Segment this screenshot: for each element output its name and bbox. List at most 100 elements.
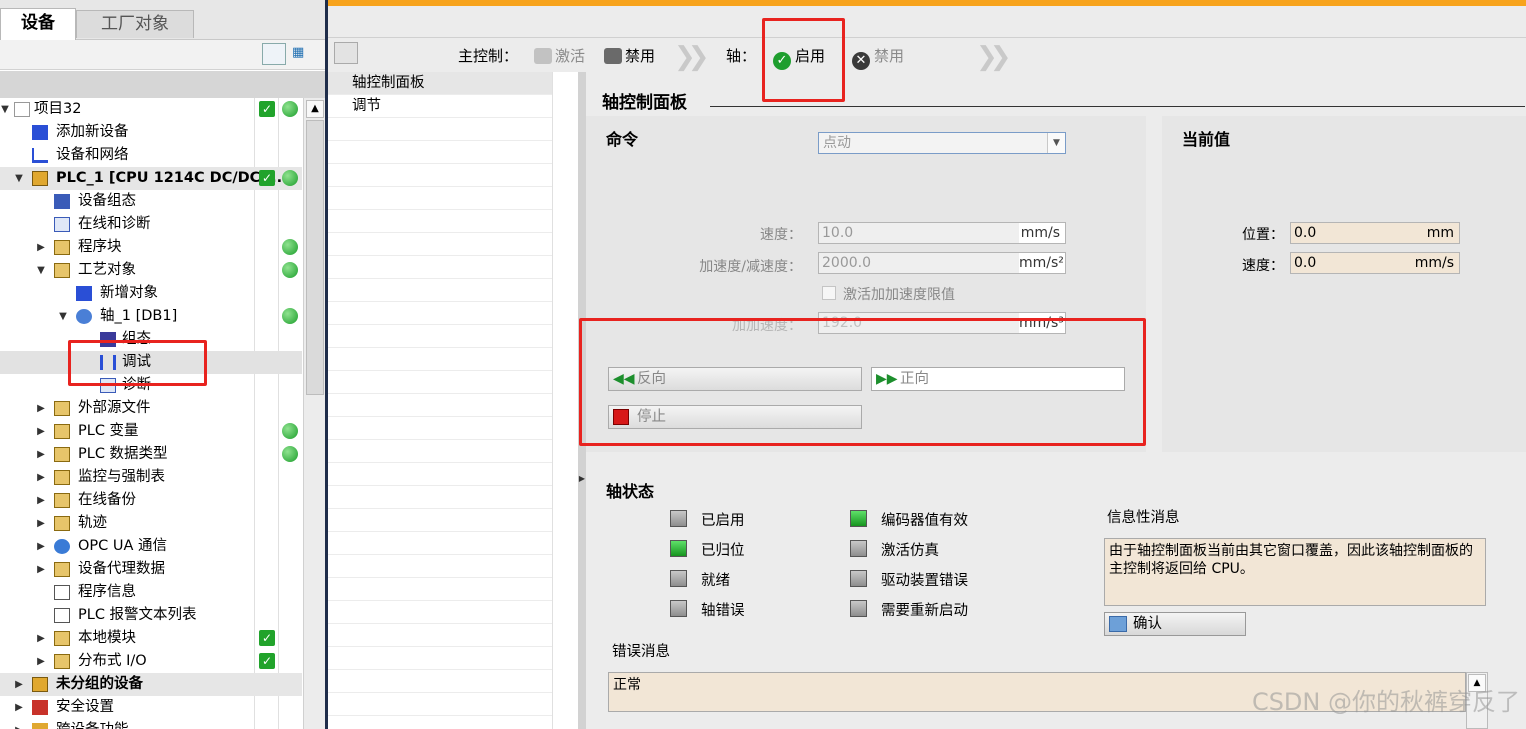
panel-title: 轴控制面板 bbox=[602, 93, 687, 113]
ok-check-icon: ✓ bbox=[259, 101, 275, 117]
table-view-icon[interactable]: ▦ bbox=[292, 43, 316, 65]
tree-item-program-info[interactable]: 程序信息 bbox=[0, 581, 302, 604]
status-enabled-label: 已启用 bbox=[701, 513, 745, 529]
cross-device-icon bbox=[32, 723, 48, 729]
nav-item-axis-panel[interactable]: 轴控制面板 bbox=[328, 72, 552, 95]
disable-label: 禁用 bbox=[625, 47, 656, 65]
chevron-icon: ❯❯ bbox=[674, 42, 709, 72]
status-encoder-valid-label: 编码器值有效 bbox=[881, 513, 968, 529]
tab-devices[interactable]: 设备 bbox=[0, 8, 76, 40]
tree-item-plc-tags[interactable]: ▶ PLC 变量 bbox=[0, 420, 302, 443]
led-encoder-valid bbox=[850, 510, 867, 527]
list-view-icon[interactable] bbox=[262, 43, 286, 65]
error-message-label: 错误消息 bbox=[612, 644, 670, 660]
tree-item-external-sources[interactable]: ▶ 外部源文件 bbox=[0, 397, 302, 420]
status-dot-icon bbox=[282, 308, 298, 324]
tree-item-label: 设备代理数据 bbox=[78, 561, 165, 577]
control-toolbar: 主控制： 激活 禁用 ❯❯ 轴： ✓ 启用 ✕ 禁用 ❯❯ bbox=[328, 38, 1526, 72]
security-icon bbox=[32, 700, 48, 715]
tree-item-watch-tables[interactable]: ▶ 监控与强制表 bbox=[0, 466, 302, 489]
current-values-section: 当前值 位置： 0.0 mm 速度： 0.0 mm/s bbox=[1162, 116, 1526, 452]
ok-check-icon: ✓ bbox=[259, 170, 275, 186]
tree-item-label: 设备组态 bbox=[78, 193, 136, 209]
confirm-label: 确认 bbox=[1133, 616, 1162, 632]
tree-item-project[interactable]: ▼ 项目32 ✓ bbox=[0, 98, 302, 121]
master-activate-button[interactable]: 激活 bbox=[534, 46, 585, 66]
ok-check-icon: ✓ bbox=[259, 630, 275, 646]
tree-item-device-config[interactable]: 设备组态 bbox=[0, 190, 302, 213]
status-homed-label: 已归位 bbox=[701, 543, 745, 559]
error-message-text: 正常 bbox=[613, 677, 641, 693]
led-enabled bbox=[670, 510, 687, 527]
master-control-label: 主控制： bbox=[458, 47, 519, 65]
confirm-button[interactable]: 确认 bbox=[1104, 612, 1246, 636]
speed-unit: mm/s bbox=[1019, 223, 1065, 243]
tree-item-devices-networks[interactable]: 设备和网络 bbox=[0, 144, 302, 167]
tree-item-online-diag[interactable]: 在线和诊断 bbox=[0, 213, 302, 236]
info-message-text: 由于轴控制面板当前由其它窗口覆盖，因此该轴控制面板的主控制将返回给 CPU。 bbox=[1109, 543, 1473, 577]
status-dot-icon bbox=[282, 446, 298, 462]
accel-value: 2000.0 bbox=[822, 255, 871, 271]
current-speed-field: 0.0 mm/s bbox=[1290, 252, 1460, 274]
tree-item-label: 在线备份 bbox=[78, 492, 136, 508]
current-speed-value: 0.0 bbox=[1294, 255, 1317, 271]
watermark: CSDN @你的秋裤穿反了 bbox=[1251, 688, 1520, 716]
axis-disable-button[interactable]: ✕ 禁用 bbox=[852, 46, 904, 70]
tree-item-plc-datatypes[interactable]: ▶ PLC 数据类型 bbox=[0, 443, 302, 466]
tree-item-cross-device[interactable]: ▶ 跨设备功能 bbox=[0, 719, 302, 729]
tree-item-distributed-io[interactable]: ▶ 分布式 I/O ✓ bbox=[0, 650, 302, 673]
master-disable-button[interactable]: 禁用 bbox=[604, 46, 655, 66]
command-mode-dropdown[interactable]: 点动 ▼ bbox=[818, 132, 1066, 154]
tree-item-device-proxy[interactable]: ▶ 设备代理数据 bbox=[0, 558, 302, 581]
tree-item-program-blocks[interactable]: ▶ 程序块 bbox=[0, 236, 302, 259]
tree-item-alarm-texts[interactable]: PLC 报警文本列表 bbox=[0, 604, 302, 627]
current-values-header: 当前值 bbox=[1182, 130, 1231, 149]
command-mode-value: 点动 bbox=[823, 135, 851, 151]
jerk-limit-checkbox[interactable] bbox=[822, 286, 836, 300]
tree-item-online-backups[interactable]: ▶ 在线备份 bbox=[0, 489, 302, 512]
tree-item-opcua[interactable]: ▶ OPC UA 通信 bbox=[0, 535, 302, 558]
speed-value: 10.0 bbox=[822, 225, 854, 241]
folder-icon bbox=[54, 470, 70, 485]
folder-icon bbox=[54, 401, 70, 416]
program-info-icon bbox=[54, 585, 70, 600]
speed-label: 速度： bbox=[760, 227, 802, 243]
tree-item-tech-objects[interactable]: ▼ 工艺对象 bbox=[0, 259, 302, 282]
accel-field[interactable]: 2000.0 mm/s² bbox=[818, 252, 1066, 274]
scroll-up-button[interactable]: ▲ bbox=[306, 100, 324, 118]
tree-item-add-object[interactable]: 新增对象 bbox=[0, 282, 302, 305]
tree-item-label: 安全设置 bbox=[56, 699, 114, 715]
tree-item-ungrouped-devices[interactable]: ▶ 未分组的设备 bbox=[0, 673, 302, 696]
online-diagnostics-icon bbox=[54, 217, 70, 232]
tab-plant-objects[interactable]: 工厂对象 bbox=[76, 10, 194, 38]
tree-item-security[interactable]: ▶ 安全设置 bbox=[0, 696, 302, 719]
project-tree-tabs: 设备 工厂对象 bbox=[0, 0, 325, 40]
tree-scrollbar[interactable]: ▲ bbox=[303, 98, 325, 729]
tree-item-add-device[interactable]: 添加新设备 bbox=[0, 121, 302, 144]
folder-icon bbox=[54, 516, 70, 531]
tree-item-label: 轨迹 bbox=[78, 515, 107, 531]
splitter-arrow-icon[interactable]: ▶ bbox=[578, 470, 586, 488]
tree-item-label: 添加新设备 bbox=[56, 124, 129, 140]
project-tree: ▼ 项目32 ✓ 添加新设备 设备和网络 ▼ PLC_1 [CPU 1214C … bbox=[0, 98, 302, 729]
axis-control-label: 轴： bbox=[726, 47, 757, 65]
tree-item-traces[interactable]: ▶ 轨迹 bbox=[0, 512, 302, 535]
tree-item-label: 轴_1 [DB1] bbox=[100, 308, 178, 324]
command-header: 命令 bbox=[606, 130, 639, 149]
chevron-down-icon[interactable]: ▼ bbox=[1047, 133, 1065, 153]
tree-item-label: 设备和网络 bbox=[56, 147, 129, 163]
status-simulation-label: 激活仿真 bbox=[881, 543, 939, 559]
tree-item-axis1[interactable]: ▼ 轴_1 [DB1] bbox=[0, 305, 302, 328]
folder-icon bbox=[54, 562, 70, 577]
speed-field[interactable]: 10.0 mm/s bbox=[818, 222, 1066, 244]
glasses-icon[interactable] bbox=[334, 42, 358, 64]
tree-item-label: 程序信息 bbox=[78, 584, 136, 600]
scroll-thumb[interactable] bbox=[306, 120, 324, 395]
tree-item-plc1[interactable]: ▼ PLC_1 [CPU 1214C DC/DC/... ✓ bbox=[0, 167, 302, 190]
tree-item-local-modules[interactable]: ▶ 本地模块 ✓ bbox=[0, 627, 302, 650]
status-axis-error-label: 轴错误 bbox=[701, 603, 745, 619]
tree-item-label: 程序块 bbox=[78, 239, 122, 255]
nav-item-tuning[interactable]: 调节 bbox=[328, 95, 552, 118]
highlight-enable-annotation bbox=[762, 18, 845, 102]
chevron-icon: ❯❯ bbox=[976, 42, 1011, 72]
